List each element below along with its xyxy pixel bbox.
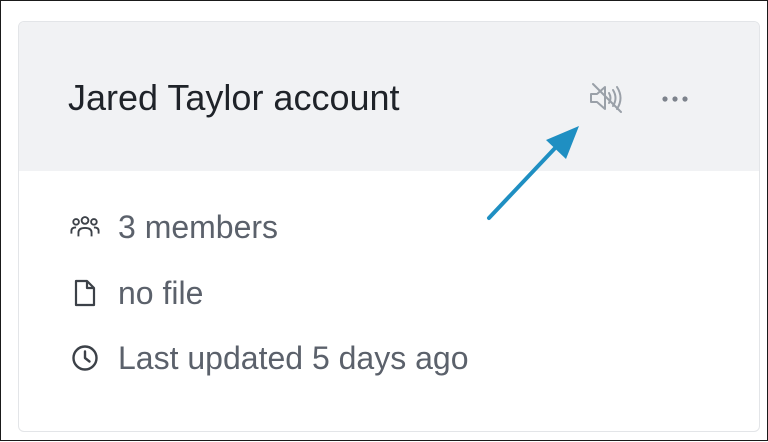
members-icon [70, 212, 100, 242]
screenshot-frame: Jared Taylor account 3 members no file L… [0, 0, 768, 441]
ellipsis-horizontal-icon [662, 96, 688, 102]
file-icon [70, 278, 100, 308]
file-status: no file [118, 274, 204, 311]
group-card[interactable]: Jared Taylor account 3 members no file L… [18, 21, 760, 432]
mute-button[interactable] [585, 78, 629, 118]
last-updated-text: Last updated 5 days ago [118, 339, 469, 376]
card-title: Jared Taylor account [68, 77, 400, 118]
file-row: no file [70, 273, 203, 313]
more-options-button[interactable] [655, 84, 695, 114]
card-header: Jared Taylor account [19, 22, 759, 171]
members-row: 3 members [70, 207, 278, 247]
members-count: 3 members [118, 208, 279, 245]
speaker-muted-icon [590, 83, 622, 113]
clock-icon [70, 343, 100, 373]
updated-row: Last updated 5 days ago [70, 338, 469, 378]
